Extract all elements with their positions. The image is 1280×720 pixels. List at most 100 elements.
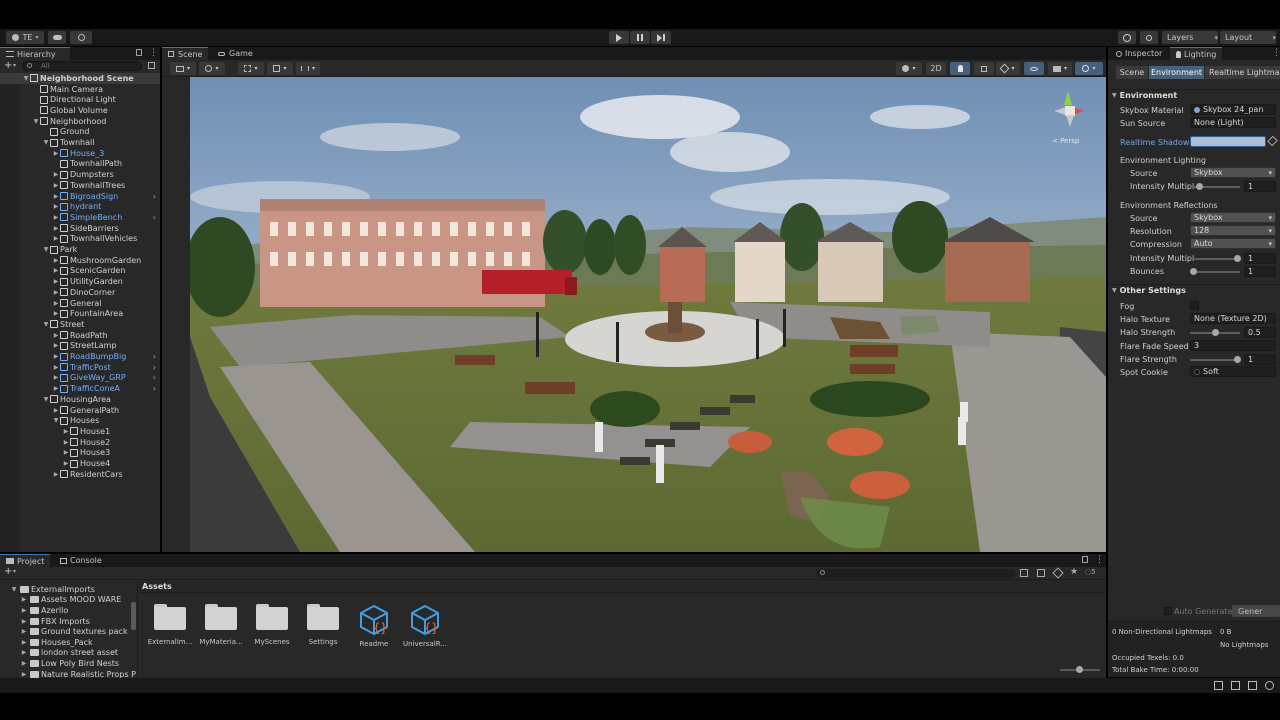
expand-right-icon[interactable]: ▶ — [52, 278, 60, 285]
lock-icon[interactable] — [136, 49, 142, 56]
generate-lighting-button[interactable]: Gener — [1232, 605, 1280, 617]
expand-right-icon[interactable]: ▶ — [52, 332, 60, 339]
auto-lighting-icon[interactable] — [1214, 681, 1223, 690]
refl-bounces-field[interactable]: 1 — [1244, 266, 1276, 277]
debug-mode-icon[interactable] — [1248, 681, 1257, 690]
hierarchy-item[interactable]: ▶ RoadBumpBig › — [0, 351, 160, 362]
hierarchy-item[interactable]: ▼ HousingArea — [0, 394, 160, 405]
tab-scene[interactable]: Scene — [162, 47, 209, 60]
skybox-material-field[interactable]: Skybox 24_pan — [1190, 104, 1276, 115]
project-tree-item[interactable]: ▶ Azerllo — [0, 605, 137, 616]
hierarchy-item[interactable]: ▶ hydrant — [0, 201, 160, 212]
flare-strength-field[interactable]: 1 — [1244, 354, 1276, 365]
expand-right-icon[interactable]: ▶ — [20, 671, 28, 678]
ruler-dropdown[interactable]: ▾ — [296, 62, 320, 75]
more-menu-icon[interactable]: ⋮ — [1095, 555, 1104, 565]
environment-section-header[interactable]: ▼ Environment — [1108, 89, 1280, 101]
collab-button[interactable] — [70, 31, 92, 44]
expand-down-icon[interactable]: ▼ — [32, 118, 40, 125]
hierarchy-item[interactable]: ▶ StreetLamp — [0, 341, 160, 352]
realtime-shadow-color-field[interactable] — [1190, 136, 1266, 147]
expand-right-icon[interactable]: ▶ — [62, 460, 70, 467]
orientation-gizmo[interactable]: < Persp — [1048, 87, 1096, 152]
env-lighting-intensity-field[interactable]: 1 — [1244, 181, 1276, 192]
search-by-label-icon[interactable] — [1037, 569, 1045, 577]
expand-right-icon[interactable]: ▶ — [52, 257, 60, 264]
tab-console[interactable]: Console — [54, 554, 108, 567]
expand-right-icon[interactable]: ▶ — [52, 310, 60, 317]
expand-right-icon[interactable]: ▶ — [52, 407, 60, 414]
gizmos-dropdown[interactable]: ▾ — [1075, 62, 1103, 75]
hierarchy-item[interactable]: ▶ FountainArea — [0, 308, 160, 319]
asset-item[interactable]: Settings — [299, 604, 347, 646]
flare-fade-field[interactable]: 3 — [1190, 340, 1276, 351]
expand-right-icon[interactable]: ▶ — [52, 342, 60, 349]
project-search[interactable] — [816, 569, 1016, 578]
expand-right-icon[interactable]: ▶ — [52, 289, 60, 296]
hierarchy-item[interactable]: ▶ GiveWay_GRP › — [0, 373, 160, 384]
expand-right-icon[interactable]: ▶ — [20, 639, 28, 646]
subtab-scene[interactable]: Scene — [1116, 66, 1148, 79]
cache-server-icon[interactable] — [1231, 681, 1240, 690]
prefab-open-icon[interactable]: › — [153, 373, 156, 382]
lock-icon[interactable] — [1082, 556, 1088, 563]
pause-button[interactable] — [630, 31, 650, 44]
hidden-objects-toggle[interactable] — [1024, 62, 1044, 75]
layers-dropdown[interactable]: Layers — [1162, 31, 1218, 44]
history-button[interactable] — [1118, 31, 1136, 44]
grid-snap-dropdown[interactable]: ▾ — [238, 62, 264, 75]
hierarchy-item[interactable]: ▶ General — [0, 298, 160, 309]
expand-right-icon[interactable]: ▶ — [52, 267, 60, 274]
expand-right-icon[interactable]: ▶ — [62, 428, 70, 435]
expand-right-icon[interactable]: ▶ — [20, 618, 28, 625]
expand-down-icon[interactable]: ▼ — [42, 246, 50, 253]
hierarchy-item[interactable]: ▶ TownhallVehicles — [0, 234, 160, 245]
play-button[interactable] — [609, 31, 629, 44]
gizmo-pivot-dropdown[interactable]: ▾ — [199, 62, 225, 75]
audio-toggle[interactable] — [974, 62, 994, 75]
prefab-open-icon[interactable]: › — [153, 363, 156, 372]
expand-right-icon[interactable]: ▶ — [52, 471, 60, 478]
hierarchy-item[interactable]: ▶ GeneralPath — [0, 405, 160, 416]
project-tree-item[interactable]: ▼ ExternalImports — [0, 584, 137, 595]
hierarchy-item[interactable]: ▶ TownhallTrees — [0, 180, 160, 191]
prefab-open-icon[interactable]: › — [153, 213, 156, 222]
flare-strength-slider[interactable] — [1190, 359, 1240, 361]
refl-intensity-field[interactable]: 1 — [1244, 253, 1276, 264]
refl-bounces-slider[interactable] — [1190, 271, 1240, 273]
hierarchy-item[interactable]: Main Camera — [0, 84, 160, 95]
hierarchy-item[interactable]: ▼ Street — [0, 319, 160, 330]
expand-right-icon[interactable]: ▶ — [62, 449, 70, 456]
spot-cookie-field[interactable]: Soft — [1190, 366, 1276, 377]
eyedropper-icon[interactable] — [1267, 135, 1278, 147]
fog-checkbox[interactable] — [1190, 301, 1199, 310]
hierarchy-item[interactable]: Directional Light — [0, 94, 160, 105]
create-icon[interactable]: + — [4, 566, 12, 577]
hierarchy-item[interactable]: ▶ House2 — [0, 437, 160, 448]
asset-item[interactable]: {} UniversalR... — [401, 604, 449, 648]
hierarchy-item[interactable]: ▶ Dumpsters — [0, 169, 160, 180]
project-tree-item[interactable]: ▶ Low Poly Bird Nests — [0, 658, 137, 669]
hierarchy-item[interactable]: ▶ SimpleBench › — [0, 212, 160, 223]
hierarchy-item[interactable]: TownhallPath — [0, 159, 160, 170]
breadcrumb-assets[interactable]: Assets — [142, 582, 172, 591]
cloud-button[interactable] — [48, 31, 66, 44]
expand-right-icon[interactable]: ▶ — [20, 596, 28, 603]
project-tree-item[interactable]: ▶ Houses_Pack — [0, 637, 137, 648]
expand-down-icon[interactable]: ▼ — [42, 321, 50, 328]
create-dropdown-icon[interactable]: ▾ — [13, 568, 16, 575]
hierarchy-item[interactable]: ▶ ScenicGarden — [0, 266, 160, 277]
hierarchy-item[interactable]: ▼ Park — [0, 244, 160, 255]
add-icon[interactable]: + — [4, 60, 12, 71]
tag-icon[interactable] — [1052, 567, 1064, 579]
project-tree-item[interactable]: ▶ london street asset — [0, 648, 137, 659]
prefab-open-icon[interactable]: › — [153, 192, 156, 201]
hierarchy-item[interactable]: ▶ ResidentCars — [0, 469, 160, 480]
expand-right-icon[interactable]: ▶ — [20, 607, 28, 614]
asset-item[interactable]: MyScenes — [248, 604, 296, 646]
refl-compression-dropdown[interactable]: Auto — [1190, 238, 1276, 249]
project-tree-item[interactable]: ▶ Assets MOOD WARE — [0, 595, 137, 606]
hierarchy-item[interactable]: ▼ Townhall — [0, 137, 160, 148]
hierarchy-item[interactable]: ▼ Houses — [0, 415, 160, 426]
expand-right-icon[interactable]: ▶ — [52, 182, 60, 189]
